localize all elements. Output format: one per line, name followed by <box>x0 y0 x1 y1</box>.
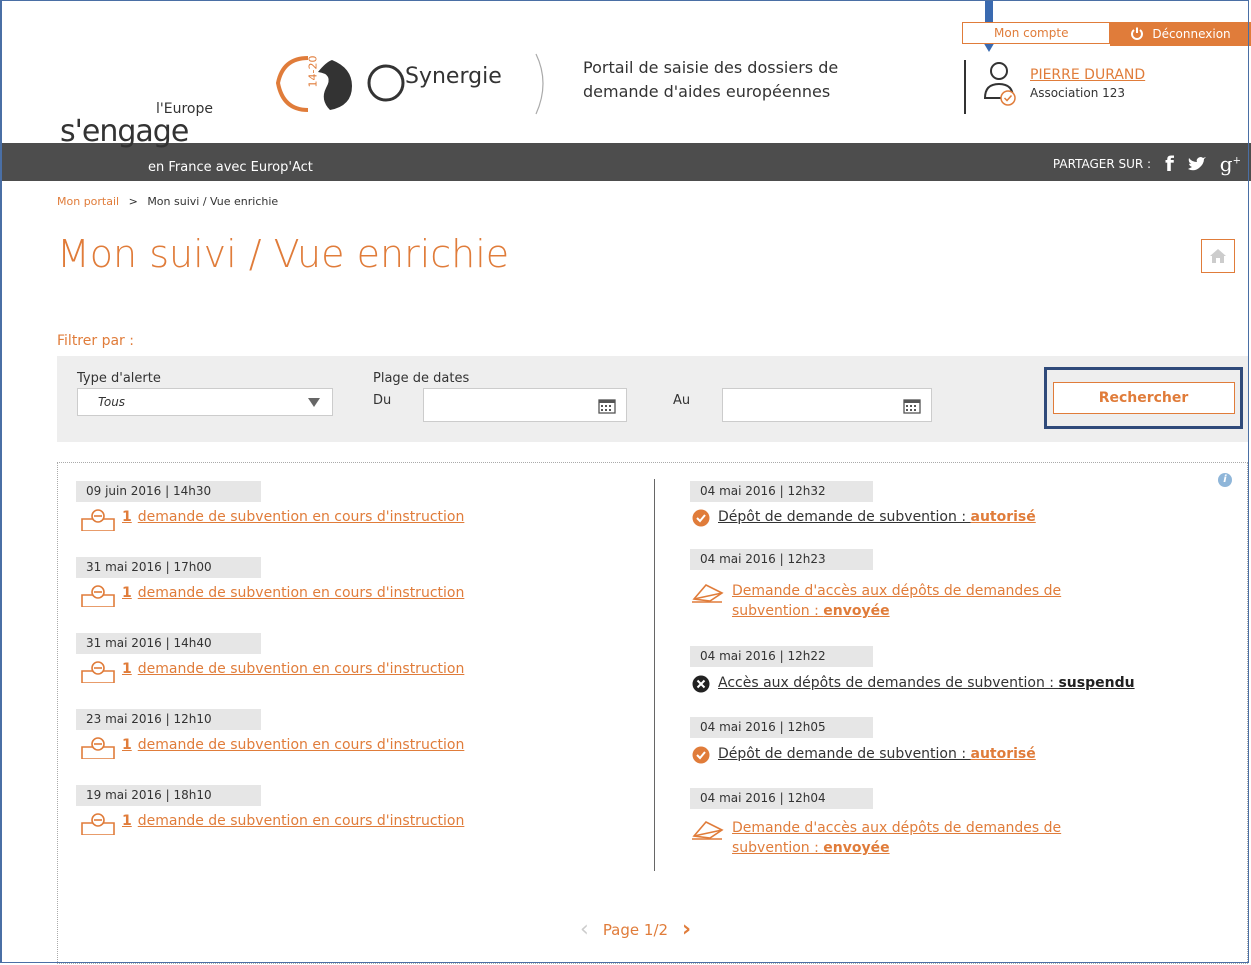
event-link[interactable]: Accès aux dépôts de demandes de subventi… <box>692 675 1135 693</box>
event-status: envoyée <box>823 840 890 856</box>
logout-label: Déconnexion <box>1152 27 1231 41</box>
synergie-brand: Synergie <box>405 64 502 89</box>
event-date: 04 mai 2016 | 12h05 <box>690 717 873 738</box>
site-header: Mon compte Déconnexion PIERRE DURAND Ass… <box>0 0 1251 181</box>
event-text: demande de subvention en cours d'instruc… <box>137 813 465 829</box>
event-count: 1 <box>122 585 132 601</box>
calendar-icon[interactable] <box>903 398 921 414</box>
instruction-icon <box>81 509 115 531</box>
share-label: PARTAGER SUR : <box>1052 157 1152 171</box>
top-actions: Mon compte Déconnexion <box>962 22 1251 46</box>
event-count: 1 <box>122 813 132 829</box>
chevron-down-icon <box>308 397 320 407</box>
power-icon <box>1131 27 1144 40</box>
event-date: 31 mai 2016 | 17h00 <box>76 557 261 578</box>
event-link[interactable]: 1 demande de subvention en cours d'instr… <box>80 585 464 607</box>
alert-type-value: Tous <box>98 395 126 409</box>
share-bar: PARTAGER SUR : f g+ <box>1053 152 1241 176</box>
event-link[interactable]: Demande d'accès aux dépôts de demandes d… <box>692 818 1061 858</box>
prev-page-icon[interactable]: ‹ <box>580 917 589 942</box>
event-count: 1 <box>122 509 132 525</box>
date-to-label: Au <box>673 393 691 408</box>
instruction-icon <box>81 585 115 607</box>
google-plus-icon[interactable]: g+ <box>1220 152 1241 176</box>
search-button[interactable]: Rechercher <box>1052 382 1235 414</box>
user-box: PIERRE DURAND Association 123 <box>964 60 1145 114</box>
breadcrumb-separator: > <box>128 195 138 208</box>
event-text: demande de subvention en cours d'instruc… <box>137 661 465 677</box>
results-panel: i 09 juin 2016 | 14h30 1 demande de subv… <box>57 462 1248 964</box>
column-divider <box>654 479 655 871</box>
instruction-icon <box>81 813 115 835</box>
filter-panel: Type d'alerte Tous Plage de dates Du Au … <box>57 356 1248 442</box>
event-status: autorisé <box>970 746 1036 762</box>
cross-circle-icon <box>692 675 710 693</box>
user-organization: Association 123 <box>1030 86 1126 100</box>
event-date: 31 mai 2016 | 14h40 <box>76 633 261 654</box>
date-range-label: Plage de dates <box>373 371 470 386</box>
event-status: suspendu <box>1058 675 1135 691</box>
user-name-link[interactable]: PIERRE DURAND <box>1030 67 1145 83</box>
filter-heading: Filtrer par : <box>57 333 134 349</box>
event-date: 04 mai 2016 | 12h23 <box>690 549 873 570</box>
event-text: demande de subvention en cours d'instruc… <box>137 585 465 601</box>
search-button-highlight: Rechercher <box>1044 367 1243 429</box>
breadcrumb-current: Mon suivi / Vue enrichie <box>147 195 279 208</box>
check-circle-icon <box>692 509 710 527</box>
my-account-button[interactable]: Mon compte <box>962 22 1110 44</box>
event-link[interactable]: 1 demande de subvention en cours d'instr… <box>80 813 464 835</box>
pagination: ‹ Page 1/2 › <box>580 917 691 942</box>
page-indicator: Page 1/2 <box>602 920 669 939</box>
event-link[interactable]: 1 demande de subvention en cours d'instr… <box>80 661 464 683</box>
synergie-badge: 14-20 <box>306 55 320 88</box>
event-date: 19 mai 2016 | 18h10 <box>76 785 261 806</box>
event-text: demande de subvention en cours d'instruc… <box>137 509 465 525</box>
breadcrumb-home-link[interactable]: Mon portail <box>57 195 119 208</box>
portal-description: Portail de saisie des dossiers de demand… <box>583 58 839 101</box>
event-link[interactable]: 1 demande de subvention en cours d'instr… <box>80 509 464 531</box>
event-count: 1 <box>122 661 132 677</box>
date-from-input[interactable] <box>423 388 627 422</box>
check-circle-icon <box>692 746 710 764</box>
envelope-send-icon <box>692 584 724 603</box>
event-date: 04 mai 2016 | 12h32 <box>690 481 873 502</box>
event-link[interactable]: Dépôt de demande de subvention : autoris… <box>692 746 1036 764</box>
facebook-icon[interactable]: f <box>1165 152 1174 176</box>
event-text: demande de subvention en cours d'instruc… <box>137 737 465 753</box>
breadcrumb: Mon portail > Mon suivi / Vue enrichie <box>57 195 278 208</box>
europe-logo: s'engage <box>60 114 189 149</box>
date-to-input[interactable] <box>722 388 932 422</box>
alert-type-select[interactable]: Tous <box>77 388 333 416</box>
envelope-send-icon <box>692 821 724 840</box>
event-link[interactable]: 1 demande de subvention en cours d'instr… <box>80 737 464 759</box>
home-icon <box>1210 249 1226 263</box>
event-status: autorisé <box>970 509 1036 525</box>
event-status: envoyée <box>823 603 890 619</box>
date-from-label: Du <box>373 393 392 408</box>
alert-type-label: Type d'alerte <box>77 371 161 386</box>
event-date: 23 mai 2016 | 12h10 <box>76 709 261 730</box>
event-date: 09 juin 2016 | 14h30 <box>76 481 261 502</box>
twitter-icon[interactable] <box>1187 156 1206 172</box>
event-count: 1 <box>122 737 132 753</box>
next-page-icon[interactable]: › <box>682 917 691 942</box>
event-date: 04 mai 2016 | 12h22 <box>690 646 873 667</box>
page-title: Mon suivi / Vue enrichie <box>57 232 510 276</box>
header-subtitle: en France avec Europ'Act <box>148 160 313 175</box>
event-link[interactable]: Demande d'accès aux dépôts de demandes d… <box>692 581 1061 621</box>
logout-button[interactable]: Déconnexion <box>1110 22 1251 46</box>
instruction-icon <box>81 737 115 759</box>
home-button[interactable] <box>1201 239 1235 273</box>
event-date: 04 mai 2016 | 12h04 <box>690 788 873 809</box>
calendar-icon[interactable] <box>598 398 616 414</box>
info-icon[interactable]: i <box>1218 473 1232 487</box>
event-link[interactable]: Dépôt de demande de subvention : autoris… <box>692 509 1036 527</box>
instruction-icon <box>81 661 115 683</box>
user-avatar-icon <box>983 62 1016 106</box>
